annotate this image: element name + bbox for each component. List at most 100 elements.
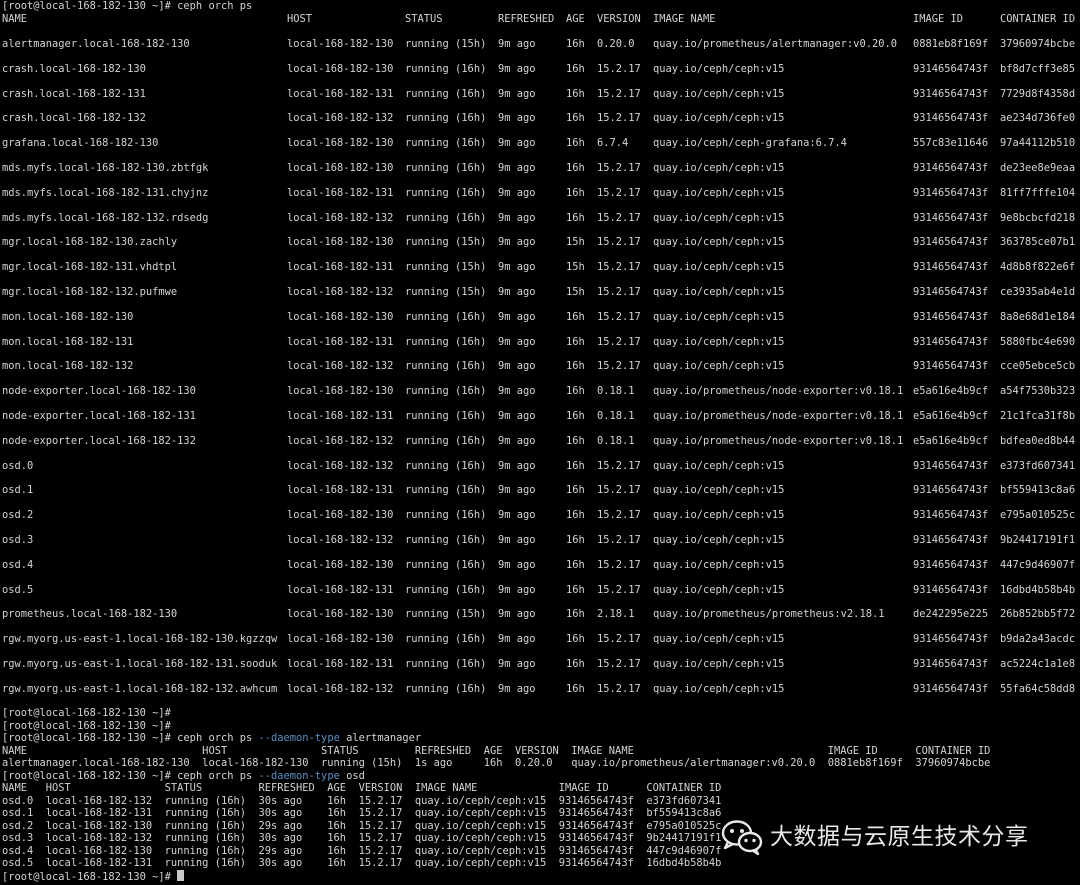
- cell-name: crash.local-168-182-131: [2, 88, 146, 100]
- header-host: HOST: [287, 13, 313, 25]
- cell-age: 16h: [566, 187, 585, 199]
- prompt-line: [root@local-168-182-130 ~]#: [2, 707, 178, 719]
- cell-host: local-168-182-131: [287, 584, 394, 596]
- cell-host: local-168-182-130: [287, 63, 394, 75]
- cell-status: running (15h): [405, 236, 487, 248]
- cell-name: osd.2: [2, 509, 34, 521]
- cell-name: mgr.local-168-182-131.vhdtpl: [2, 261, 178, 273]
- cell-image-id: 557c83e11646: [913, 137, 989, 149]
- cell-image-id: 93146564743f: [913, 534, 989, 546]
- header-refreshed: REFRESHED: [498, 13, 555, 25]
- cell-image-name: quay.io/ceph/ceph:v15: [653, 236, 785, 248]
- cell-refreshed: 9m ago: [498, 385, 536, 397]
- cell-status: running (16h): [405, 137, 487, 149]
- cell-age: 15h: [566, 286, 585, 298]
- cell-host: local-168-182-130: [287, 236, 394, 248]
- cell-version: 15.2.17: [597, 286, 641, 298]
- cell-host: local-168-182-130: [287, 385, 394, 397]
- cell-image-name: quay.io/ceph/ceph:v15: [653, 484, 785, 496]
- cell-age: 16h: [566, 683, 585, 695]
- cell-image-name: quay.io/ceph/ceph:v15: [653, 559, 785, 571]
- cell-image-id: 93146564743f: [913, 633, 989, 645]
- cell-version: 0.18.1: [597, 435, 635, 447]
- cell-age: 16h: [566, 534, 585, 546]
- cell-image-id: 93146564743f: [913, 509, 989, 521]
- cell-age: 16h: [566, 162, 585, 174]
- cell-container-id: bf8d7cff3e85: [1000, 63, 1076, 75]
- cell-refreshed: 9m ago: [498, 311, 536, 323]
- prompt: [root@local-168-182-130 ~]#: [2, 770, 178, 782]
- cell-age: 16h: [566, 460, 585, 472]
- cell-image-name: quay.io/ceph/ceph:v15: [653, 88, 785, 100]
- cell-container-id: 16dbd4b58b4b: [1000, 584, 1076, 596]
- cell-refreshed: 9m ago: [498, 360, 536, 372]
- cell-status: running (16h): [405, 311, 487, 323]
- cell-version: 0.18.1: [597, 410, 635, 422]
- watermark: 大数据与云原生技术分享: [720, 815, 1029, 859]
- osd-table-header: NAME HOST STATUS REFRESHED AGE VERSION I…: [2, 782, 722, 794]
- cell-age: 16h: [566, 509, 585, 521]
- cell-image-id: 93146564743f: [913, 63, 989, 75]
- cell-version: 15.2.17: [597, 658, 641, 670]
- cell-refreshed: 9m ago: [498, 63, 536, 75]
- osd-table-row: osd.5 local-168-182-131 running (16h) 30…: [2, 857, 722, 869]
- cell-host: local-168-182-130: [287, 608, 394, 620]
- cell-host: local-168-182-130: [287, 509, 394, 521]
- cell-age: 15h: [566, 261, 585, 273]
- cell-name: rgw.myorg.us-east-1.local-168-182-131.so…: [2, 658, 278, 670]
- current-prompt[interactable]: [root@local-168-182-130 ~]#: [2, 870, 185, 883]
- cell-image-id: e5a616e4b9cf: [913, 385, 989, 397]
- cell-container-id: 55fa64c58dd8: [1000, 683, 1076, 695]
- cell-image-name: quay.io/ceph/ceph:v15: [653, 162, 785, 174]
- cell-version: 15.2.17: [597, 336, 641, 348]
- cell-version: 15.2.17: [597, 584, 641, 596]
- cell-container-id: 9e8bcbcfd218: [1000, 212, 1076, 224]
- cell-name: mds.myfs.local-168-182-130.zbtfgk: [2, 162, 209, 174]
- cell-image-name: quay.io/ceph/ceph:v15: [653, 460, 785, 472]
- header-status: STATUS: [405, 13, 443, 25]
- cell-image-name: quay.io/ceph/ceph:v15: [653, 286, 785, 298]
- cell-status: running (16h): [405, 633, 487, 645]
- cell-host: local-168-182-130: [287, 162, 394, 174]
- cell-refreshed: 9m ago: [498, 212, 536, 224]
- cell-host: local-168-182-132: [287, 683, 394, 695]
- cell-refreshed: 9m ago: [498, 261, 536, 273]
- cell-status: running (16h): [405, 385, 487, 397]
- cell-host: local-168-182-132: [287, 360, 394, 372]
- terminal-window[interactable]: [root@local-168-182-130 ~]# ceph orch ps…: [0, 0, 1080, 885]
- cell-version: 15.2.17: [597, 212, 641, 224]
- cell-image-id: 93146564743f: [913, 88, 989, 100]
- cell-version: 15.2.17: [597, 683, 641, 695]
- cell-name: alertmanager.local-168-182-130: [2, 38, 190, 50]
- cell-host: local-168-182-131: [287, 261, 394, 273]
- cell-name: rgw.myorg.us-east-1.local-168-182-130.kg…: [2, 633, 278, 645]
- cell-container-id: 363785ce07b1: [1000, 236, 1076, 248]
- cell-image-id: e5a616e4b9cf: [913, 435, 989, 447]
- cell-status: running (15h): [405, 608, 487, 620]
- cell-image-id: 93146564743f: [913, 484, 989, 496]
- cell-container-id: de23ee8e9eaa: [1000, 162, 1076, 174]
- prompt: [root@local-168-182-130 ~]#: [2, 871, 178, 883]
- cell-container-id: 81ff7fffe104: [1000, 187, 1076, 199]
- cell-age: 16h: [566, 336, 585, 348]
- cell-age: 16h: [566, 88, 585, 100]
- cell-container-id: ae234d736fe0: [1000, 112, 1076, 124]
- cell-name: grafana.local-168-182-130: [2, 137, 159, 149]
- cell-image-id: 93146564743f: [913, 460, 989, 472]
- cell-age: 16h: [566, 484, 585, 496]
- cell-refreshed: 9m ago: [498, 509, 536, 521]
- cell-name: mgr.local-168-182-130.zachly: [2, 236, 178, 248]
- cell-image-id: 93146564743f: [913, 187, 989, 199]
- command-text: ceph orch ps: [177, 770, 259, 782]
- cell-image-id: 93146564743f: [913, 236, 989, 248]
- cell-version: 15.2.17: [597, 460, 641, 472]
- cell-image-id: 93146564743f: [913, 683, 989, 695]
- cell-image-id: 93146564743f: [913, 336, 989, 348]
- cell-image-name: quay.io/ceph/ceph:v15: [653, 261, 785, 273]
- cell-host: local-168-182-131: [287, 658, 394, 670]
- cell-image-name: quay.io/prometheus/node-exporter:v0.18.1: [653, 410, 904, 422]
- cell-name: osd.0: [2, 460, 34, 472]
- osd-table-row: osd.3 local-168-182-132 running (16h) 30…: [2, 832, 722, 844]
- text-cursor: [177, 870, 185, 881]
- cell-image-name: quay.io/ceph/ceph:v15: [653, 633, 785, 645]
